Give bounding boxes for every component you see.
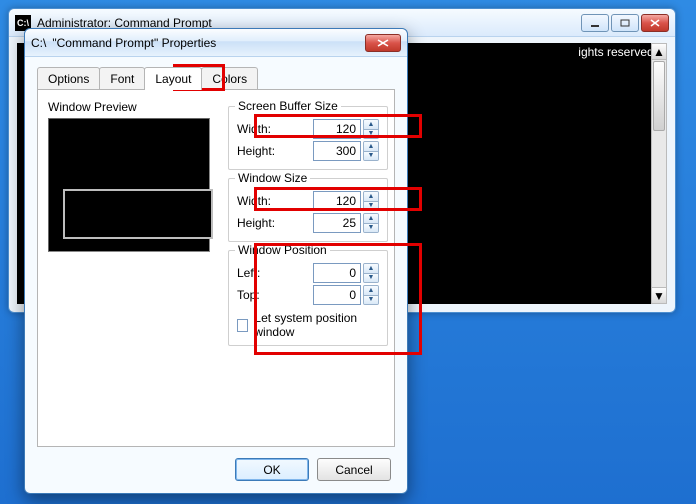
tab-colors[interactable]: Colors	[201, 67, 258, 90]
group-window-position: Window Position Left: ▲▼ Top: ▲▼ Let sys…	[228, 250, 388, 346]
spin-down-icon[interactable]: ▼	[364, 224, 378, 233]
wp-legend: Window Position	[235, 243, 330, 257]
sb-width-spinner[interactable]: ▲▼	[363, 119, 379, 139]
dialog-close-button[interactable]	[365, 34, 401, 52]
cmd-text: ights reserved.	[578, 45, 657, 59]
ws-legend: Window Size	[235, 171, 310, 185]
cmd-scrollbar[interactable]: ▲ ▼	[651, 43, 667, 304]
tab-font[interactable]: Font	[99, 67, 145, 90]
wp-checkbox-row[interactable]: Let system position window	[237, 311, 379, 339]
wp-top-input[interactable]	[313, 285, 361, 305]
ws-width-input[interactable]	[313, 191, 361, 211]
wp-checkbox[interactable]	[237, 319, 248, 332]
sb-width-label: Width:	[237, 122, 271, 136]
sb-height-label: Height:	[237, 144, 275, 158]
dialog-titlebar[interactable]: C:\ "Command Prompt" Properties	[25, 29, 407, 57]
spin-up-icon[interactable]: ▲	[364, 142, 378, 152]
spin-up-icon[interactable]: ▲	[364, 120, 378, 130]
wp-left-spinner[interactable]: ▲▼	[363, 263, 379, 283]
ws-height-input[interactable]	[313, 213, 361, 233]
window-preview	[48, 118, 210, 252]
spin-up-icon[interactable]: ▲	[364, 214, 378, 224]
properties-dialog: C:\ "Command Prompt" Properties Options …	[24, 28, 408, 494]
ws-height-spinner[interactable]: ▲▼	[363, 213, 379, 233]
scroll-up-icon[interactable]: ▲	[652, 44, 666, 60]
cmd-icon: C:\	[31, 36, 46, 50]
minimize-button[interactable]	[581, 14, 609, 32]
sb-height-input[interactable]	[313, 141, 361, 161]
cancel-button[interactable]: Cancel	[317, 458, 391, 481]
tab-options[interactable]: Options	[37, 67, 100, 90]
dialog-title: "Command Prompt" Properties	[52, 36, 359, 50]
wp-top-spinner[interactable]: ▲▼	[363, 285, 379, 305]
spin-down-icon[interactable]: ▼	[364, 296, 378, 305]
sb-width-input[interactable]	[313, 119, 361, 139]
ok-button[interactable]: OK	[235, 458, 309, 481]
tab-content: Window Preview Screen Buffer Size Width:…	[37, 89, 395, 447]
scroll-thumb[interactable]	[653, 61, 665, 131]
wp-top-label: Top:	[237, 288, 260, 302]
tab-strip: Options Font Layout Colors	[37, 67, 257, 90]
close-button[interactable]	[641, 14, 669, 32]
spin-up-icon[interactable]: ▲	[364, 264, 378, 274]
wp-checkbox-label: Let system position window	[254, 311, 379, 339]
spin-down-icon[interactable]: ▼	[364, 274, 378, 283]
group-screen-buffer: Screen Buffer Size Width: ▲▼ Height: ▲▼	[228, 106, 388, 170]
tab-layout[interactable]: Layout	[144, 67, 202, 90]
ws-width-label: Width:	[237, 194, 271, 208]
screen-buffer-legend: Screen Buffer Size	[235, 99, 341, 113]
spin-down-icon[interactable]: ▼	[364, 130, 378, 139]
ws-height-label: Height:	[237, 216, 275, 230]
spin-up-icon[interactable]: ▲	[364, 192, 378, 202]
group-window-size: Window Size Width: ▲▼ Height: ▲▼	[228, 178, 388, 242]
sb-height-spinner[interactable]: ▲▼	[363, 141, 379, 161]
spin-up-icon[interactable]: ▲	[364, 286, 378, 296]
wp-left-label: Left:	[237, 266, 260, 280]
scroll-down-icon[interactable]: ▼	[652, 287, 666, 303]
spin-down-icon[interactable]: ▼	[364, 152, 378, 161]
ws-width-spinner[interactable]: ▲▼	[363, 191, 379, 211]
maximize-button[interactable]	[611, 14, 639, 32]
wp-left-input[interactable]	[313, 263, 361, 283]
window-preview-console	[63, 189, 213, 239]
spin-down-icon[interactable]: ▼	[364, 202, 378, 211]
